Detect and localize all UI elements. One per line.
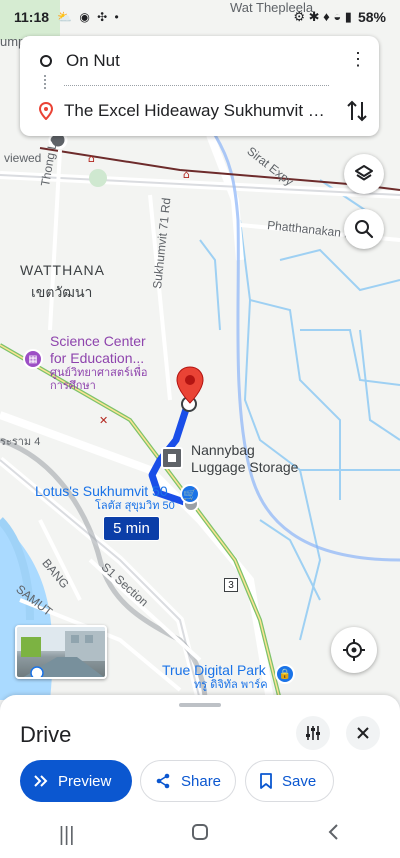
road-shield: 3 <box>224 578 238 592</box>
notification-icons: ⛅ ◉ ✣ • <box>57 10 121 24</box>
status-bar: 11:18 ⛅ ◉ ✣ • ⚙ ✱ ♦ ◒ ▮ 58% <box>0 0 400 34</box>
route-connector <box>44 75 47 89</box>
poi-label-lotus-th: โลตัส สุขุมวิท 50 <box>95 500 175 512</box>
share-label: Share <box>181 772 222 790</box>
save-button[interactable]: Save <box>245 760 334 802</box>
close-icon <box>357 727 369 739</box>
share-button[interactable]: Share <box>140 760 236 802</box>
sheet-drag-handle[interactable] <box>179 703 221 707</box>
poi-label-true-digital-en: True Digital Park <box>162 662 266 678</box>
layers-icon <box>355 165 373 181</box>
poi-label-true-digital[interactable]: True Digital Park ทรู ดิจิทัล พาร์ค <box>162 662 268 692</box>
origin-field[interactable]: On Nut <box>20 39 379 83</box>
poi-label-true-digital-th: ทรู ดิจิทัล พาร์ค <box>194 679 268 691</box>
map-label-viewed: viewed <box>4 151 42 165</box>
street-view-image <box>17 627 105 677</box>
tune-icon <box>306 726 320 740</box>
home-icon[interactable] <box>170 823 230 847</box>
poi-label-lotus[interactable]: Lotus's Sukhumvit 50 โลตัส สุขุมวิท 50 <box>35 483 175 513</box>
svg-text:⌂: ⌂ <box>88 152 95 165</box>
my-location-button[interactable] <box>331 627 377 673</box>
map-label-watthana: WATTHANA <box>20 262 105 278</box>
close-directions-button[interactable] <box>346 716 380 750</box>
route-eta-badge[interactable]: 5 min <box>103 516 160 541</box>
street-view-thumbnail[interactable] <box>15 625 107 679</box>
status-time: 11:18 <box>14 9 50 25</box>
system-nav-bar: ||| <box>0 812 400 858</box>
travel-mode-title: Drive <box>20 722 72 747</box>
destination-field[interactable]: The Excel Hideaway Sukhumvit 71,... <box>20 89 379 133</box>
directions-card: On Nut The Excel Hideaway Sukhumvit 71,.… <box>20 36 379 136</box>
destination-pin-icon[interactable] <box>175 366 205 404</box>
back-icon[interactable] <box>303 823 363 847</box>
save-label: Save <box>282 772 317 790</box>
share-icon <box>155 773 171 789</box>
layers-button[interactable] <box>344 154 384 194</box>
destination-text: The Excel Hideaway Sukhumvit 71,... <box>64 101 334 120</box>
double-chevron-icon <box>34 775 48 787</box>
route-options-button[interactable] <box>296 716 330 750</box>
luggage-storage-icon[interactable] <box>161 447 183 469</box>
poi-label-science-center-th: ศูนย์วิทยาศาสตร์เพื่อการศึกษา <box>50 367 148 392</box>
museum-icon[interactable]: ▦ <box>23 349 43 369</box>
swap-route-icon[interactable] <box>345 98 369 124</box>
recent-apps-icon[interactable]: ||| <box>37 824 97 847</box>
map-label-watthana-th: เขตวัฒนา <box>31 284 93 300</box>
svg-text:⌂: ⌂ <box>183 168 190 181</box>
shopping-cart-icon[interactable]: 🛒 <box>180 484 200 504</box>
more-options-icon[interactable]: ⋮ <box>349 50 367 68</box>
status-right: ⚙ ✱ ♦ ◒ ▮ 58% <box>293 9 386 25</box>
search-icon <box>355 220 374 239</box>
poi-label-nannybag[interactable]: Nannybag Luggage Storage <box>191 442 311 476</box>
poi-label-science-center[interactable]: Science Center for Education... ศูนย์วิท… <box>50 333 160 393</box>
battery-level: 58% <box>357 9 386 25</box>
crosshair-icon <box>343 639 365 661</box>
search-along-route-button[interactable] <box>344 209 384 249</box>
origin-text: On Nut <box>66 51 120 70</box>
bookmark-icon <box>260 773 272 789</box>
map-label-rama4: ระราม 4 <box>0 436 41 448</box>
preview-label: Preview <box>58 772 112 790</box>
destination-pin-small-icon <box>38 102 54 120</box>
route-divider <box>64 85 329 86</box>
svg-text:✕: ✕ <box>99 414 108 427</box>
lock-icon[interactable]: 🔒 <box>275 664 295 684</box>
poi-label-science-center-en: Science Center for Education... <box>50 333 146 366</box>
status-system-icons: ⚙ ✱ ♦ ◒ ▮ <box>293 9 352 24</box>
poi-label-lotus-en: Lotus's Sukhumvit 50 <box>35 483 168 499</box>
origin-circle-icon <box>40 55 52 67</box>
preview-button[interactable]: Preview <box>20 760 132 802</box>
